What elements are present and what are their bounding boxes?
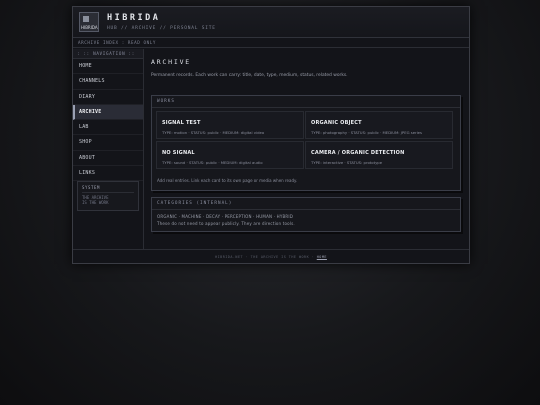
- work-card[interactable]: NO SIGNAL TYPE: sound · STATUS: public ·…: [156, 141, 304, 169]
- site-window: HIBRIDA HIBRIDA HUB // ARCHIVE // PERSON…: [72, 6, 470, 264]
- categories-heading: CATEGORIES (INTERNAL): [152, 198, 460, 210]
- main-content: ARCHIVE Permanent records. Each work can…: [151, 49, 463, 249]
- sidebar-item-diary[interactable]: DIARY: [73, 90, 143, 105]
- site-logo[interactable]: HIBRIDA: [79, 12, 99, 32]
- site-header: HIBRIDA HIBRIDA HUB // ARCHIVE // PERSON…: [73, 7, 469, 38]
- work-meta: TYPE: interactive · STATUS: prototype: [311, 160, 383, 165]
- breadcrumb: ARCHIVE INDEX : READ ONLY: [73, 38, 469, 48]
- sidebar-item-home[interactable]: HOME: [73, 59, 143, 75]
- system-title: SYSTEM: [82, 185, 134, 193]
- sidebar-item-archive[interactable]: ARCHIVE: [73, 104, 143, 121]
- site-subtitle: HUB // ARCHIVE // PERSONAL SITE: [107, 26, 216, 31]
- sidebar: : :: NAVIGATION :: HOME CHANNELS DIARY A…: [73, 49, 144, 249]
- work-title: SIGNAL TEST: [162, 120, 201, 126]
- work-title: ORGANIC OBJECT: [311, 120, 362, 126]
- sidebar-item-lab[interactable]: LAB: [73, 120, 143, 136]
- footer-home-link[interactable]: HOME: [317, 255, 327, 259]
- work-card[interactable]: SIGNAL TEST TYPE: motion · STATUS: publi…: [156, 111, 304, 139]
- categories-panel: CATEGORIES (INTERNAL) ORGANIC · MACHINE …: [151, 197, 461, 232]
- intro-text: Permanent records. Each work can carry: …: [151, 73, 348, 78]
- work-meta: TYPE: sound · STATUS: public · MEDIUM: d…: [162, 160, 263, 165]
- system-box: SYSTEM THE ARCHIVE IS THE WORK: [77, 181, 139, 211]
- nav-heading: : :: NAVIGATION ::: [73, 49, 143, 59]
- works-panel: WORKS SIGNAL TEST TYPE: motion · STATUS:…: [151, 95, 461, 191]
- sidebar-item-channels[interactable]: CHANNELS: [73, 74, 143, 90]
- work-title: NO SIGNAL: [162, 150, 195, 156]
- sidebar-item-links[interactable]: LINKS: [73, 166, 143, 182]
- categories-note: These do not need to appear publicly. Th…: [157, 221, 295, 226]
- work-meta: TYPE: photography · STATUS: public · MED…: [311, 130, 422, 135]
- sidebar-item-about[interactable]: ABOUT: [73, 151, 143, 167]
- page-title: ARCHIVE: [151, 58, 191, 66]
- categories-list: ORGANIC · MACHINE · DECAY · PERCEPTION ·…: [157, 214, 294, 219]
- footer-text: HIBRIDA.NET · THE ARCHIVE IS THE WORK ·: [215, 255, 315, 259]
- sidebar-item-shop[interactable]: SHOP: [73, 135, 143, 151]
- site-footer: HIBRIDA.NET · THE ARCHIVE IS THE WORK · …: [73, 249, 469, 264]
- works-heading: WORKS: [152, 96, 460, 108]
- work-title: CAMERA / ORGANIC DETECTION: [311, 150, 405, 156]
- system-line: IS THE WORK: [82, 200, 109, 205]
- work-meta: TYPE: motion · STATUS: public · MEDIUM: …: [162, 130, 265, 135]
- work-card[interactable]: CAMERA / ORGANIC DETECTION TYPE: interac…: [305, 141, 453, 169]
- work-card[interactable]: ORGANIC OBJECT TYPE: photography · STATU…: [305, 111, 453, 139]
- logo-mark-icon: [83, 16, 89, 22]
- works-note: Add real entries. Link each card to its …: [157, 178, 298, 183]
- logo-text: HIBRIDA: [81, 25, 98, 30]
- site-title: HIBRIDA: [107, 13, 161, 23]
